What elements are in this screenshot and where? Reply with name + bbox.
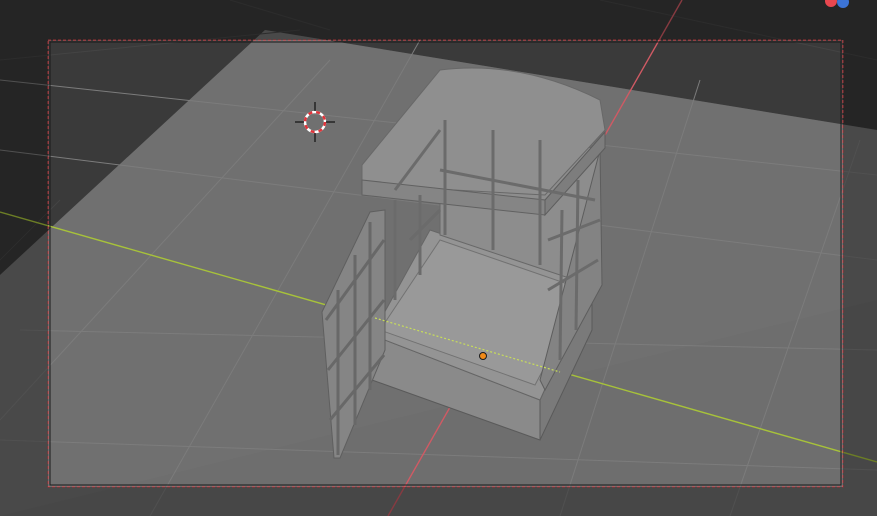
viewport-scene[interactable] xyxy=(0,0,877,516)
object-origin-icon[interactable] xyxy=(479,352,487,360)
3d-viewport[interactable] xyxy=(0,0,877,516)
navigation-gizmo-icon[interactable] xyxy=(817,0,877,8)
gizmo-x-dot[interactable] xyxy=(825,0,837,7)
gizmo-z-dot[interactable] xyxy=(837,0,849,8)
